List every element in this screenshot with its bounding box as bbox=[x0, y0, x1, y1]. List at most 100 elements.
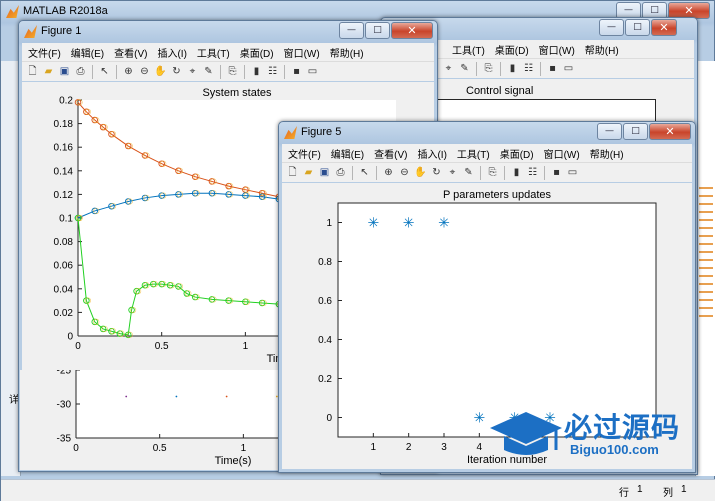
menu-window[interactable]: 窗口(W) bbox=[539, 42, 575, 57]
data-cursor-icon[interactable]: ⌖ bbox=[446, 166, 459, 179]
rotate-icon[interactable]: ↻ bbox=[170, 65, 183, 78]
link-icon[interactable]: ⎘ bbox=[486, 166, 499, 179]
minimize-button[interactable]: — bbox=[599, 19, 624, 36]
menu-tools[interactable]: 工具(T) bbox=[457, 146, 490, 161]
figure1-toolbar: 🗋 ▰ ▣ ⎙ ↖ ⊕ ⊖ ✋ ↻ ⌖ ✎ ⎘ ▮ ☷ ▪ ▭ bbox=[22, 61, 434, 81]
property-icon[interactable]: ▭ bbox=[566, 166, 579, 179]
y-tick-label: 0 bbox=[67, 332, 73, 343]
link-icon[interactable]: ⎘ bbox=[482, 62, 495, 75]
figure-icon bbox=[284, 126, 297, 139]
menu-desktop[interactable]: 桌面(D) bbox=[240, 45, 274, 60]
data-point: ✳ bbox=[403, 215, 415, 231]
figure5-title-bar: Figure 5 — □ ✕ bbox=[279, 122, 695, 144]
new-file-icon[interactable]: 🗋 bbox=[26, 65, 39, 78]
save-icon[interactable]: ▣ bbox=[58, 65, 71, 78]
menu-help[interactable]: 帮助(H) bbox=[330, 45, 364, 60]
menu-help[interactable]: 帮助(H) bbox=[590, 146, 624, 161]
zoom-in-icon[interactable]: ⊕ bbox=[382, 166, 395, 179]
figure1-lower-axes-panel: -25-30-3500.511.5Time(s) bbox=[20, 366, 379, 470]
grid-icon[interactable]: ▪ bbox=[290, 65, 303, 78]
lower-axes-chart[interactable]: -25-30-3500.511.5Time(s) bbox=[20, 366, 379, 470]
legend-icon[interactable]: ☷ bbox=[266, 65, 279, 78]
menu-edit[interactable]: 编辑(E) bbox=[71, 45, 104, 60]
close-button[interactable]: ✕ bbox=[391, 22, 433, 39]
brush-icon[interactable]: ✎ bbox=[458, 62, 471, 75]
y-tick-label: -30 bbox=[57, 400, 72, 411]
property-icon[interactable]: ▭ bbox=[562, 62, 575, 75]
legend-icon[interactable]: ☷ bbox=[526, 166, 539, 179]
new-file-icon[interactable]: 🗋 bbox=[286, 166, 299, 179]
menu-edit[interactable]: 编辑(E) bbox=[331, 146, 364, 161]
pan-icon[interactable]: ✋ bbox=[154, 65, 167, 78]
link-icon[interactable]: ⎘ bbox=[226, 65, 239, 78]
minimize-button[interactable]: — bbox=[339, 22, 364, 39]
grid-icon[interactable]: ▪ bbox=[550, 166, 563, 179]
data-point bbox=[175, 395, 178, 398]
toolbar-separator bbox=[376, 165, 377, 180]
close-button[interactable]: ✕ bbox=[649, 123, 691, 140]
menu-view[interactable]: 查看(V) bbox=[374, 146, 407, 161]
x-tick-label: 1 bbox=[241, 443, 247, 454]
y-tick-label: 0.16 bbox=[54, 143, 74, 154]
colorbar-icon[interactable]: ▮ bbox=[250, 65, 263, 78]
colorbar-icon[interactable]: ▮ bbox=[506, 62, 519, 75]
print-icon[interactable]: ⎙ bbox=[74, 65, 87, 78]
maximize-button[interactable]: □ bbox=[625, 19, 650, 36]
figure-icon bbox=[24, 25, 37, 38]
watermark-brand: 必过源码 bbox=[564, 411, 681, 444]
menu-window[interactable]: 窗口(W) bbox=[544, 146, 580, 161]
open-icon[interactable]: ▰ bbox=[42, 65, 55, 78]
close-button[interactable]: ✕ bbox=[651, 19, 677, 36]
x-tick-label: 0 bbox=[75, 341, 81, 352]
zoom-out-icon[interactable]: ⊖ bbox=[138, 65, 151, 78]
data-cursor-icon[interactable]: ⌖ bbox=[442, 62, 455, 75]
menu-file[interactable]: 文件(F) bbox=[28, 45, 61, 60]
x-tick-label: 2 bbox=[406, 442, 412, 453]
zoom-out-icon[interactable]: ⊖ bbox=[398, 166, 411, 179]
zoom-in-icon[interactable]: ⊕ bbox=[122, 65, 135, 78]
pan-icon[interactable]: ✋ bbox=[414, 166, 427, 179]
x-tick-label: 1 bbox=[243, 341, 249, 352]
toolbar-separator bbox=[504, 165, 505, 180]
y-tick-label: 1 bbox=[326, 218, 332, 229]
x-tick-label: 0.5 bbox=[153, 443, 167, 454]
toolbar-separator bbox=[480, 165, 481, 180]
figure1-menubar: 文件(F) 编辑(E) 查看(V) 插入(I) 工具(T) 桌面(D) 窗口(W… bbox=[22, 43, 434, 61]
print-icon[interactable]: ⎙ bbox=[334, 166, 347, 179]
x-tick-label: 1 bbox=[371, 442, 377, 453]
menu-file[interactable]: 文件(F) bbox=[288, 146, 321, 161]
property-icon[interactable]: ▭ bbox=[306, 65, 319, 78]
open-icon[interactable]: ▰ bbox=[302, 166, 315, 179]
y-tick-label: 0.04 bbox=[54, 284, 74, 295]
maximize-button[interactable]: □ bbox=[623, 123, 648, 140]
menu-tools[interactable]: 工具(T) bbox=[452, 42, 485, 57]
brush-icon[interactable]: ✎ bbox=[202, 65, 215, 78]
y-tick-label: 0.8 bbox=[318, 257, 332, 268]
legend-icon[interactable]: ☷ bbox=[522, 62, 535, 75]
chart-title: System states bbox=[202, 87, 272, 99]
menu-desktop[interactable]: 桌面(D) bbox=[495, 42, 529, 57]
pointer-icon[interactable]: ↖ bbox=[98, 65, 111, 78]
menu-help[interactable]: 帮助(H) bbox=[585, 42, 619, 57]
menu-insert[interactable]: 插入(I) bbox=[417, 146, 446, 161]
figure5-menubar: 文件(F) 编辑(E) 查看(V) 插入(I) 工具(T) 桌面(D) 窗口(W… bbox=[282, 144, 692, 162]
y-tick-label: 0.12 bbox=[54, 190, 74, 201]
data-cursor-icon[interactable]: ⌖ bbox=[186, 65, 199, 78]
data-point: ✳ bbox=[438, 215, 450, 231]
menu-view[interactable]: 查看(V) bbox=[114, 45, 147, 60]
grid-icon[interactable]: ▪ bbox=[546, 62, 559, 75]
menu-desktop[interactable]: 桌面(D) bbox=[500, 146, 534, 161]
y-tick-label: 0.2 bbox=[59, 96, 73, 107]
toolbar-separator bbox=[92, 64, 93, 79]
maximize-button[interactable]: □ bbox=[365, 22, 390, 39]
menu-insert[interactable]: 插入(I) bbox=[157, 45, 186, 60]
rotate-icon[interactable]: ↻ bbox=[430, 166, 443, 179]
minimize-button[interactable]: — bbox=[597, 123, 622, 140]
brush-icon[interactable]: ✎ bbox=[462, 166, 475, 179]
menu-window[interactable]: 窗口(W) bbox=[284, 45, 320, 60]
y-tick-label: -35 bbox=[57, 434, 72, 445]
pointer-icon[interactable]: ↖ bbox=[358, 166, 371, 179]
colorbar-icon[interactable]: ▮ bbox=[510, 166, 523, 179]
save-icon[interactable]: ▣ bbox=[318, 166, 331, 179]
menu-tools[interactable]: 工具(T) bbox=[197, 45, 230, 60]
